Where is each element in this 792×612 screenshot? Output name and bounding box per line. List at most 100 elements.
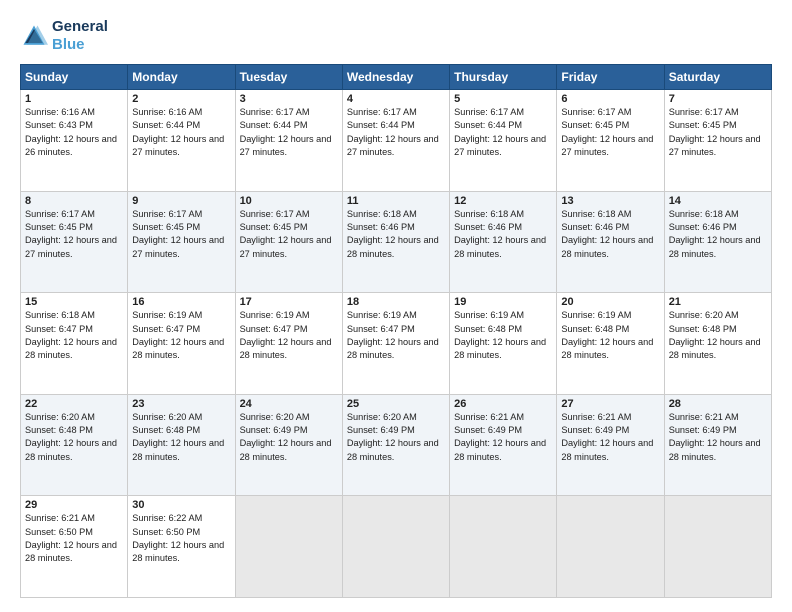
day-info: Sunrise: 6:19 AMSunset: 6:47 PMDaylight:…	[132, 309, 230, 362]
day-number: 24	[240, 398, 338, 410]
day-number: 16	[132, 296, 230, 308]
calendar-cell: 30Sunrise: 6:22 AMSunset: 6:50 PMDayligh…	[128, 496, 235, 598]
day-info: Sunrise: 6:17 AMSunset: 6:45 PMDaylight:…	[561, 106, 659, 159]
calendar-cell: 12Sunrise: 6:18 AMSunset: 6:46 PMDayligh…	[450, 191, 557, 293]
calendar-cell	[450, 496, 557, 598]
calendar-cell: 26Sunrise: 6:21 AMSunset: 6:49 PMDayligh…	[450, 394, 557, 496]
calendar-cell: 21Sunrise: 6:20 AMSunset: 6:48 PMDayligh…	[664, 293, 771, 395]
calendar-cell: 10Sunrise: 6:17 AMSunset: 6:45 PMDayligh…	[235, 191, 342, 293]
day-info: Sunrise: 6:18 AMSunset: 6:46 PMDaylight:…	[454, 208, 552, 261]
calendar-cell: 16Sunrise: 6:19 AMSunset: 6:47 PMDayligh…	[128, 293, 235, 395]
day-info: Sunrise: 6:17 AMSunset: 6:44 PMDaylight:…	[347, 106, 445, 159]
day-number: 21	[669, 296, 767, 308]
calendar-cell: 8Sunrise: 6:17 AMSunset: 6:45 PMDaylight…	[21, 191, 128, 293]
day-info: Sunrise: 6:18 AMSunset: 6:47 PMDaylight:…	[25, 309, 123, 362]
header-row: SundayMondayTuesdayWednesdayThursdayFrid…	[21, 65, 772, 90]
day-info: Sunrise: 6:20 AMSunset: 6:48 PMDaylight:…	[132, 411, 230, 464]
calendar-week-3: 15Sunrise: 6:18 AMSunset: 6:47 PMDayligh…	[21, 293, 772, 395]
calendar-week-2: 8Sunrise: 6:17 AMSunset: 6:45 PMDaylight…	[21, 191, 772, 293]
day-header-friday: Friday	[557, 65, 664, 90]
calendar-cell: 13Sunrise: 6:18 AMSunset: 6:46 PMDayligh…	[557, 191, 664, 293]
day-number: 28	[669, 398, 767, 410]
day-header-monday: Monday	[128, 65, 235, 90]
calendar-cell: 14Sunrise: 6:18 AMSunset: 6:46 PMDayligh…	[664, 191, 771, 293]
calendar-week-5: 29Sunrise: 6:21 AMSunset: 6:50 PMDayligh…	[21, 496, 772, 598]
day-header-wednesday: Wednesday	[342, 65, 449, 90]
calendar-cell: 23Sunrise: 6:20 AMSunset: 6:48 PMDayligh…	[128, 394, 235, 496]
day-header-sunday: Sunday	[21, 65, 128, 90]
calendar-cell: 4Sunrise: 6:17 AMSunset: 6:44 PMDaylight…	[342, 90, 449, 192]
calendar-cell: 11Sunrise: 6:18 AMSunset: 6:46 PMDayligh…	[342, 191, 449, 293]
calendar-cell	[342, 496, 449, 598]
day-info: Sunrise: 6:17 AMSunset: 6:44 PMDaylight:…	[240, 106, 338, 159]
day-number: 26	[454, 398, 552, 410]
logo-text: General Blue	[52, 18, 108, 54]
day-info: Sunrise: 6:20 AMSunset: 6:48 PMDaylight:…	[25, 411, 123, 464]
day-number: 18	[347, 296, 445, 308]
calendar-cell: 1Sunrise: 6:16 AMSunset: 6:43 PMDaylight…	[21, 90, 128, 192]
day-info: Sunrise: 6:16 AMSunset: 6:43 PMDaylight:…	[25, 106, 123, 159]
day-info: Sunrise: 6:17 AMSunset: 6:45 PMDaylight:…	[240, 208, 338, 261]
day-info: Sunrise: 6:19 AMSunset: 6:47 PMDaylight:…	[240, 309, 338, 362]
day-number: 25	[347, 398, 445, 410]
day-info: Sunrise: 6:17 AMSunset: 6:45 PMDaylight:…	[25, 208, 123, 261]
day-number: 19	[454, 296, 552, 308]
calendar-header: SundayMondayTuesdayWednesdayThursdayFrid…	[21, 65, 772, 90]
day-number: 10	[240, 195, 338, 207]
day-number: 4	[347, 93, 445, 105]
calendar-cell: 25Sunrise: 6:20 AMSunset: 6:49 PMDayligh…	[342, 394, 449, 496]
day-header-saturday: Saturday	[664, 65, 771, 90]
day-number: 7	[669, 93, 767, 105]
day-info: Sunrise: 6:17 AMSunset: 6:44 PMDaylight:…	[454, 106, 552, 159]
calendar-body: 1Sunrise: 6:16 AMSunset: 6:43 PMDaylight…	[21, 90, 772, 598]
day-number: 15	[25, 296, 123, 308]
calendar-cell: 27Sunrise: 6:21 AMSunset: 6:49 PMDayligh…	[557, 394, 664, 496]
day-number: 6	[561, 93, 659, 105]
day-number: 5	[454, 93, 552, 105]
calendar-cell: 20Sunrise: 6:19 AMSunset: 6:48 PMDayligh…	[557, 293, 664, 395]
day-info: Sunrise: 6:21 AMSunset: 6:49 PMDaylight:…	[454, 411, 552, 464]
day-header-tuesday: Tuesday	[235, 65, 342, 90]
day-number: 9	[132, 195, 230, 207]
day-number: 23	[132, 398, 230, 410]
calendar-cell: 6Sunrise: 6:17 AMSunset: 6:45 PMDaylight…	[557, 90, 664, 192]
page: General Blue SundayMondayTuesdayWednesda…	[0, 0, 792, 612]
day-info: Sunrise: 6:16 AMSunset: 6:44 PMDaylight:…	[132, 106, 230, 159]
calendar-cell	[557, 496, 664, 598]
day-number: 13	[561, 195, 659, 207]
day-header-thursday: Thursday	[450, 65, 557, 90]
day-number: 2	[132, 93, 230, 105]
calendar-cell: 28Sunrise: 6:21 AMSunset: 6:49 PMDayligh…	[664, 394, 771, 496]
day-info: Sunrise: 6:19 AMSunset: 6:48 PMDaylight:…	[454, 309, 552, 362]
calendar-cell: 22Sunrise: 6:20 AMSunset: 6:48 PMDayligh…	[21, 394, 128, 496]
day-info: Sunrise: 6:18 AMSunset: 6:46 PMDaylight:…	[669, 208, 767, 261]
day-number: 30	[132, 499, 230, 511]
day-number: 27	[561, 398, 659, 410]
calendar-cell: 9Sunrise: 6:17 AMSunset: 6:45 PMDaylight…	[128, 191, 235, 293]
calendar-cell: 29Sunrise: 6:21 AMSunset: 6:50 PMDayligh…	[21, 496, 128, 598]
day-info: Sunrise: 6:17 AMSunset: 6:45 PMDaylight:…	[669, 106, 767, 159]
calendar-cell: 24Sunrise: 6:20 AMSunset: 6:49 PMDayligh…	[235, 394, 342, 496]
day-number: 17	[240, 296, 338, 308]
day-number: 14	[669, 195, 767, 207]
calendar-cell: 2Sunrise: 6:16 AMSunset: 6:44 PMDaylight…	[128, 90, 235, 192]
calendar-cell: 18Sunrise: 6:19 AMSunset: 6:47 PMDayligh…	[342, 293, 449, 395]
day-number: 11	[347, 195, 445, 207]
calendar-week-4: 22Sunrise: 6:20 AMSunset: 6:48 PMDayligh…	[21, 394, 772, 496]
day-number: 8	[25, 195, 123, 207]
day-info: Sunrise: 6:17 AMSunset: 6:45 PMDaylight:…	[132, 208, 230, 261]
calendar-cell	[664, 496, 771, 598]
day-info: Sunrise: 6:19 AMSunset: 6:47 PMDaylight:…	[347, 309, 445, 362]
day-info: Sunrise: 6:22 AMSunset: 6:50 PMDaylight:…	[132, 512, 230, 565]
day-number: 12	[454, 195, 552, 207]
day-info: Sunrise: 6:20 AMSunset: 6:49 PMDaylight:…	[240, 411, 338, 464]
calendar-cell: 17Sunrise: 6:19 AMSunset: 6:47 PMDayligh…	[235, 293, 342, 395]
day-info: Sunrise: 6:18 AMSunset: 6:46 PMDaylight:…	[561, 208, 659, 261]
calendar-cell: 7Sunrise: 6:17 AMSunset: 6:45 PMDaylight…	[664, 90, 771, 192]
logo: General Blue	[20, 18, 108, 54]
logo-icon	[20, 22, 48, 50]
day-info: Sunrise: 6:18 AMSunset: 6:46 PMDaylight:…	[347, 208, 445, 261]
day-info: Sunrise: 6:21 AMSunset: 6:49 PMDaylight:…	[561, 411, 659, 464]
header: General Blue	[20, 18, 772, 54]
day-info: Sunrise: 6:20 AMSunset: 6:48 PMDaylight:…	[669, 309, 767, 362]
